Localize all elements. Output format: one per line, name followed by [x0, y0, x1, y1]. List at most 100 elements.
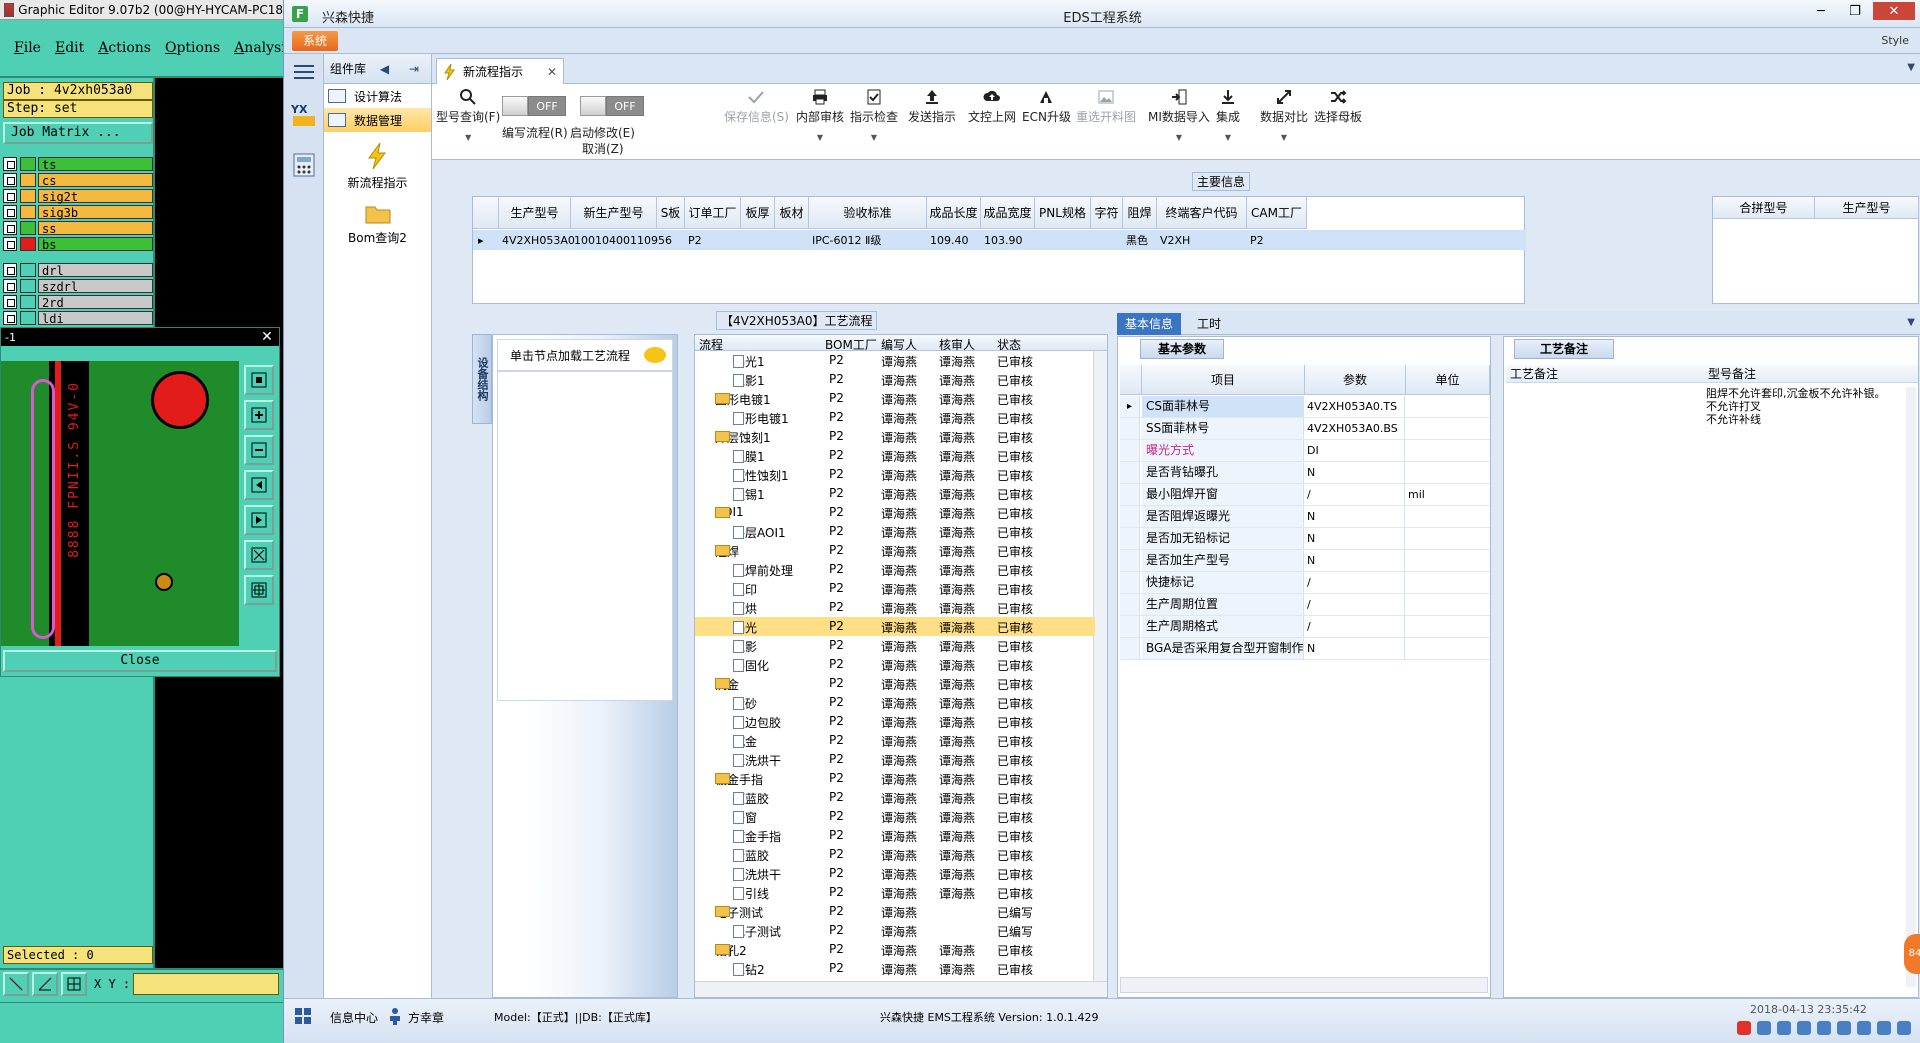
- col-header-param[interactable]: 参数: [1305, 365, 1406, 395]
- table-row[interactable]: 是否阻焊返曝光 N: [1120, 506, 1490, 528]
- layer-checkbox[interactable]: [3, 173, 17, 187]
- xy-input[interactable]: [133, 973, 279, 995]
- layer-checkbox[interactable]: [3, 189, 17, 203]
- layer-row[interactable]: szdrl: [3, 278, 153, 294]
- big-item-new-flow[interactable]: 新流程指示: [324, 142, 431, 191]
- tree-row[interactable]: −外层蚀刻1 P2 谭海燕 谭海燕 已审核: [695, 427, 1095, 446]
- tree-row[interactable]: 碱性蚀刻1 P2 谭海燕 谭海燕 已审核: [695, 465, 1095, 484]
- node-area[interactable]: [497, 371, 673, 701]
- tree-row[interactable]: 终固化 P2 谭海燕 谭海燕 已审核: [695, 655, 1095, 674]
- table-row[interactable]: 最小阻焊开窗 / mil: [1120, 484, 1490, 506]
- layer-row[interactable]: ts: [3, 156, 153, 172]
- params-horizontal-scrollbar[interactable]: [1120, 977, 1488, 993]
- keyboard-icon[interactable]: [1817, 1021, 1831, 1035]
- cancel-label[interactable]: 取消(Z): [582, 140, 624, 157]
- layer-checkbox[interactable]: [3, 263, 17, 277]
- col-header[interactable]: 生产型号: [499, 197, 571, 229]
- tree-row[interactable]: 压蓝胶 P2 谭海燕 谭海燕 已审核: [695, 788, 1095, 807]
- tree-row[interactable]: 剥引线 P2 谭海燕 谭海燕 已审核: [695, 883, 1095, 902]
- dropdown-arrow-icon[interactable]: ▼: [465, 133, 471, 142]
- col-header[interactable]: S板: [657, 197, 685, 229]
- table-row[interactable]: ▸ CS面菲林号 4V2XH053A0.TS: [1120, 396, 1490, 418]
- col-header[interactable]: 新生产型号: [571, 197, 657, 229]
- tree-row[interactable]: 二钻2 P2 谭海燕 谭海燕 已审核: [695, 959, 1095, 978]
- col-header[interactable]: 字符: [1091, 197, 1123, 229]
- tree-row[interactable]: 显影 P2 谭海燕 谭海燕 已审核: [695, 636, 1095, 655]
- table-cell[interactable]: 黑色: [1123, 230, 1157, 250]
- col-header[interactable]: 阻焊: [1123, 197, 1157, 229]
- zoom-in-icon[interactable]: [244, 400, 274, 430]
- tree-row[interactable]: 开窗 P2 谭海燕 谭海燕 已审核: [695, 807, 1095, 826]
- col-header[interactable]: 板材: [775, 197, 809, 229]
- toolbar-button-search[interactable]: 型号查询(F) ▼: [436, 88, 500, 142]
- table-cell[interactable]: [1035, 230, 1091, 250]
- tree-row[interactable]: 曝光 P2 谭海燕 谭海燕 已审核: [695, 617, 1095, 636]
- grid-tool-icon[interactable]: [61, 972, 87, 996]
- tree-row[interactable]: −镀金手指 P2 谭海燕 谭海燕 已审核: [695, 769, 1095, 788]
- table-cell[interactable]: [657, 230, 685, 250]
- tree-row[interactable]: 丝印 P2 谭海燕 谭海燕 已审核: [695, 579, 1095, 598]
- dialog-close-icon[interactable]: ✕: [255, 329, 279, 345]
- line-tool-icon[interactable]: [3, 972, 29, 996]
- tree-row[interactable]: 预烘 P2 谭海燕 谭海燕 已审核: [695, 598, 1095, 617]
- minimize-icon[interactable]: ─: [1807, 2, 1835, 20]
- measure-tool-icon[interactable]: [32, 972, 58, 996]
- basic-params-tab[interactable]: 基本参数: [1140, 339, 1224, 359]
- tree-row[interactable]: 退锡1 P2 谭海燕 谭海燕 已审核: [695, 484, 1095, 503]
- table-row[interactable]: 生产周期格式 /: [1120, 616, 1490, 638]
- col-header-unit[interactable]: 单位: [1406, 365, 1490, 395]
- param-value[interactable]: N: [1305, 462, 1405, 483]
- col-header[interactable]: CAM工厂: [1247, 197, 1307, 229]
- layer-checkbox[interactable]: [3, 311, 17, 325]
- toolbar-button-check[interactable]: 保存信息(S): [724, 88, 789, 125]
- emoji-icon[interactable]: [1777, 1021, 1791, 1035]
- col-header[interactable]: 成品宽度: [981, 197, 1035, 229]
- param-value[interactable]: N: [1305, 550, 1405, 571]
- tree-row[interactable]: −钻孔2 P2 谭海燕 谭海燕 已审核: [695, 940, 1095, 959]
- table-cell[interactable]: [741, 230, 775, 250]
- calculator-icon[interactable]: [284, 140, 324, 190]
- table-row[interactable]: 曝光方式 DI: [1120, 440, 1490, 462]
- notification-badge[interactable]: 84: [1904, 934, 1920, 974]
- layer-row[interactable]: 2rd: [3, 294, 153, 310]
- tabs-dropdown-icon[interactable]: ▼: [1907, 62, 1915, 73]
- col-header[interactable]: 成品长度: [927, 197, 981, 229]
- table-cell[interactable]: V2XH: [1157, 230, 1247, 250]
- chinese-input-icon[interactable]: [1757, 1021, 1771, 1035]
- tree-vertical-scrollbar[interactable]: [1093, 351, 1107, 983]
- col-header-process-note[interactable]: 工艺备注: [1506, 365, 1704, 383]
- comp-item-design-algorithm[interactable]: 设计算法: [324, 84, 431, 108]
- menu-analysis[interactable]: Analysis: [234, 40, 283, 56]
- tree-row[interactable]: 阻焊前处理 P2 谭海燕 谭海燕 已审核: [695, 560, 1095, 579]
- toolbar-button-upload[interactable]: 发送指示: [908, 88, 956, 125]
- dropdown-arrow-icon[interactable]: ▼: [871, 133, 877, 142]
- param-value[interactable]: 4V2XH053A0.BS: [1305, 418, 1405, 439]
- layer-row[interactable]: ss: [3, 220, 153, 236]
- dropdown-arrow-icon[interactable]: ▼: [1225, 133, 1231, 142]
- pan-right-icon[interactable]: [244, 505, 274, 535]
- pan-left-icon[interactable]: [244, 470, 274, 500]
- col-header[interactable]: 验收标准: [809, 197, 927, 229]
- job-matrix-button[interactable]: Job Matrix ...: [3, 122, 153, 144]
- tree-row[interactable]: 电子测试 P2 谭海燕 已编写: [695, 921, 1095, 940]
- style-menu[interactable]: Style: [1881, 34, 1909, 47]
- tab-basic-info[interactable]: 基本信息: [1117, 313, 1182, 335]
- tree-row[interactable]: 沉金 P2 谭海燕 谭海燕 已审核: [695, 731, 1095, 750]
- tab-close-icon[interactable]: ✕: [547, 65, 557, 79]
- wrench-icon[interactable]: [1897, 1021, 1911, 1035]
- table-cell[interactable]: [775, 230, 809, 250]
- panel-nav-icon[interactable]: ◀ ⇥: [380, 62, 427, 76]
- tree-row[interactable]: 喷砂 P2 谭海燕 谭海燕 已审核: [695, 693, 1095, 712]
- tree-row[interactable]: 退膜1 P2 谭海燕 谭海燕 已审核: [695, 446, 1095, 465]
- param-value[interactable]: N: [1305, 506, 1405, 527]
- tree-row[interactable]: 板边包胶 P2 谭海燕 谭海燕 已审核: [695, 712, 1095, 731]
- layer-row[interactable]: bs: [3, 236, 153, 252]
- menu-edit[interactable]: Edit: [55, 40, 84, 56]
- table-row[interactable]: BGA是否采用复合型开窗制作 N: [1120, 638, 1490, 660]
- table-cell[interactable]: [1091, 230, 1123, 250]
- notes-vertical-scrollbar[interactable]: [1906, 387, 1916, 987]
- toolbar-button-shuffle[interactable]: 选择母板: [1314, 88, 1362, 125]
- table-row[interactable]: 是否加生产型号 N: [1120, 550, 1490, 572]
- zoom-fit-icon[interactable]: [244, 365, 274, 395]
- tree-row[interactable]: −图形电镀1 P2 谭海燕 谭海燕 已审核: [695, 389, 1095, 408]
